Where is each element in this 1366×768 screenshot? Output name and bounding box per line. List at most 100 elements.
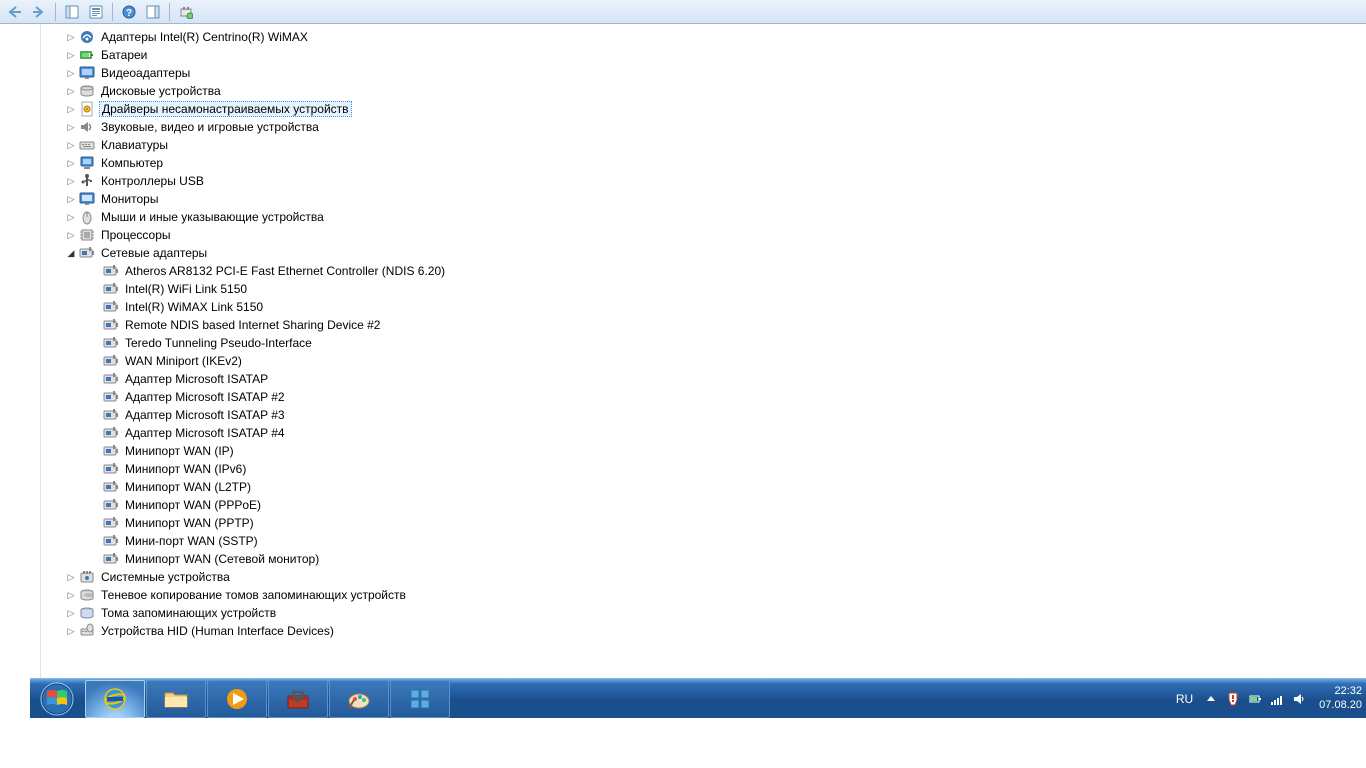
tree-device-label: Teredo Tunneling Pseudo-Interface	[123, 336, 314, 350]
tree-device[interactable]: Минипорт WAN (Сетевой монитор)	[41, 550, 1366, 568]
expand-icon[interactable]: ▷	[65, 85, 77, 97]
power-icon[interactable]	[1247, 691, 1263, 707]
forward-button[interactable]	[28, 2, 50, 22]
tree-category[interactable]: ▷Системные устройства	[41, 568, 1366, 586]
expand-icon[interactable]: ▷	[65, 139, 77, 151]
taskbar-item-explorer[interactable]	[146, 680, 206, 718]
tree-category[interactable]: ▷Контроллеры USB	[41, 172, 1366, 190]
network-icon[interactable]	[1269, 691, 1285, 707]
action-center-icon[interactable]	[1225, 691, 1241, 707]
tree-device[interactable]: WAN Miniport (IKEv2)	[41, 352, 1366, 370]
expand-icon[interactable]: ▷	[65, 607, 77, 619]
tree-category[interactable]: ▷ Мониторы	[41, 190, 1366, 208]
tree-category[interactable]: ▷Адаптеры Intel(R) Centrino(R) WiMAX	[41, 28, 1366, 46]
tree-device[interactable]: Atheros AR8132 PCI-E Fast Ethernet Contr…	[41, 262, 1366, 280]
computer-icon	[79, 155, 95, 171]
show-hidden-icons[interactable]	[1203, 691, 1219, 707]
tree-device[interactable]: Мини-порт WAN (SSTP)	[41, 532, 1366, 550]
task-items	[84, 679, 450, 718]
expand-icon[interactable]: ▷	[65, 589, 77, 601]
tree-category[interactable]: ▷ Звуковые, видео и игровые устройства	[41, 118, 1366, 136]
nic-icon	[103, 371, 119, 387]
tree-spacer	[89, 427, 101, 439]
expand-icon[interactable]: ▷	[65, 625, 77, 637]
tree-category[interactable]: ◢Сетевые адаптеры	[41, 244, 1366, 262]
scan-hardware-button[interactable]	[175, 2, 197, 22]
action-pane-button[interactable]	[142, 2, 164, 22]
expand-icon[interactable]: ▷	[65, 193, 77, 205]
expand-icon[interactable]: ▷	[65, 67, 77, 79]
tree-category[interactable]: ▷ Драйверы несамонастраиваемых устройств	[41, 100, 1366, 118]
taskbar-item-wmp[interactable]	[207, 680, 267, 718]
tree-category[interactable]: ▷Видеоадаптеры	[41, 64, 1366, 82]
tree-spacer	[89, 319, 101, 331]
nic-icon	[103, 353, 119, 369]
hid-icon	[79, 623, 95, 639]
gear-doc-icon	[79, 101, 95, 117]
tree-device[interactable]: Адаптер Microsoft ISATAP #4	[41, 424, 1366, 442]
tree-device[interactable]: Минипорт WAN (IP)	[41, 442, 1366, 460]
tree-category[interactable]: ▷ Теневое копирование томов запоминающих …	[41, 586, 1366, 604]
tree-category-label: Драйверы несамонастраиваемых устройств	[99, 101, 352, 117]
tree-category[interactable]: ▷Мыши и иные указывающие устройства	[41, 208, 1366, 226]
nic-icon	[103, 335, 119, 351]
tree-category[interactable]: ▷Компьютер	[41, 154, 1366, 172]
expand-icon[interactable]: ▷	[65, 211, 77, 223]
tree-device[interactable]: Intel(R) WiFi Link 5150	[41, 280, 1366, 298]
start-button[interactable]	[30, 679, 84, 719]
taskbar-item-paint[interactable]	[329, 680, 389, 718]
tree-device-label: Минипорт WAN (L2TP)	[123, 480, 253, 494]
help-button[interactable]: ?	[118, 2, 140, 22]
tree-device[interactable]: Teredo Tunneling Pseudo-Interface	[41, 334, 1366, 352]
tree-device[interactable]: Минипорт WAN (PPTP)	[41, 514, 1366, 532]
volume-icon[interactable]	[1291, 691, 1307, 707]
tree-spacer	[89, 409, 101, 421]
expand-icon[interactable]: ▷	[65, 157, 77, 169]
expand-icon[interactable]: ▷	[65, 571, 77, 583]
tree-category[interactable]: ▷Дисковые устройства	[41, 82, 1366, 100]
tree-spacer	[89, 499, 101, 511]
clock[interactable]: 22:32 07.08.20	[1313, 685, 1362, 711]
tree-category-label: Звуковые, видео и игровые устройства	[99, 120, 321, 134]
tree-category-label: Теневое копирование томов запоминающих у…	[99, 588, 408, 602]
tree-category-label: Мониторы	[99, 192, 160, 206]
tree-device-label: Минипорт WAN (PPPoE)	[123, 498, 263, 512]
back-button[interactable]	[4, 2, 26, 22]
tree-device-label: Адаптер Microsoft ISATAP #2	[123, 390, 287, 404]
properties-button[interactable]	[85, 2, 107, 22]
toolbar-separator	[112, 3, 113, 21]
expand-icon[interactable]: ▷	[65, 229, 77, 241]
tree-category[interactable]: ▷Тома запоминающих устройств	[41, 604, 1366, 622]
tree-category[interactable]: ▷Устройства HID (Human Interface Devices…	[41, 622, 1366, 640]
tree-spacer	[89, 535, 101, 547]
device-tree[interactable]: ▷Адаптеры Intel(R) Centrino(R) WiMAX▷Бат…	[41, 28, 1366, 640]
language-indicator[interactable]: RU	[1172, 692, 1197, 706]
tree-device[interactable]: Адаптер Microsoft ISATAP #2	[41, 388, 1366, 406]
ie-icon	[101, 685, 129, 713]
tree-category-label: Процессоры	[99, 228, 173, 242]
tree-category[interactable]: ▷ Процессоры	[41, 226, 1366, 244]
battery-icon	[79, 47, 95, 63]
tree-device[interactable]: Минипорт WAN (PPPoE)	[41, 496, 1366, 514]
wimax-icon	[79, 29, 95, 45]
tree-device[interactable]: Remote NDIS based Internet Sharing Devic…	[41, 316, 1366, 334]
tree-device-label: Atheros AR8132 PCI-E Fast Ethernet Contr…	[123, 264, 447, 278]
tree-category[interactable]: ▷Клавиатуры	[41, 136, 1366, 154]
tree-device[interactable]: Минипорт WAN (L2TP)	[41, 478, 1366, 496]
tree-device-label: Минипорт WAN (IP)	[123, 444, 236, 458]
expand-icon[interactable]: ▷	[65, 49, 77, 61]
tree-device[interactable]: Адаптер Microsoft ISATAP	[41, 370, 1366, 388]
taskbar-item-devmgr[interactable]	[268, 680, 328, 718]
collapse-icon[interactable]: ◢	[65, 247, 77, 259]
taskbar-item-ie[interactable]	[85, 680, 145, 718]
tree-device[interactable]: Intel(R) WiMAX Link 5150	[41, 298, 1366, 316]
tree-device[interactable]: Минипорт WAN (IPv6)	[41, 460, 1366, 478]
tree-device[interactable]: Адаптер Microsoft ISATAP #3	[41, 406, 1366, 424]
expand-icon[interactable]: ▷	[65, 175, 77, 187]
expand-icon[interactable]: ▷	[65, 31, 77, 43]
tree-category[interactable]: ▷Батареи	[41, 46, 1366, 64]
taskbar-item-control[interactable]	[390, 680, 450, 718]
expand-icon[interactable]: ▷	[65, 103, 77, 115]
show-hide-console-tree-button[interactable]	[61, 2, 83, 22]
expand-icon[interactable]: ▷	[65, 121, 77, 133]
